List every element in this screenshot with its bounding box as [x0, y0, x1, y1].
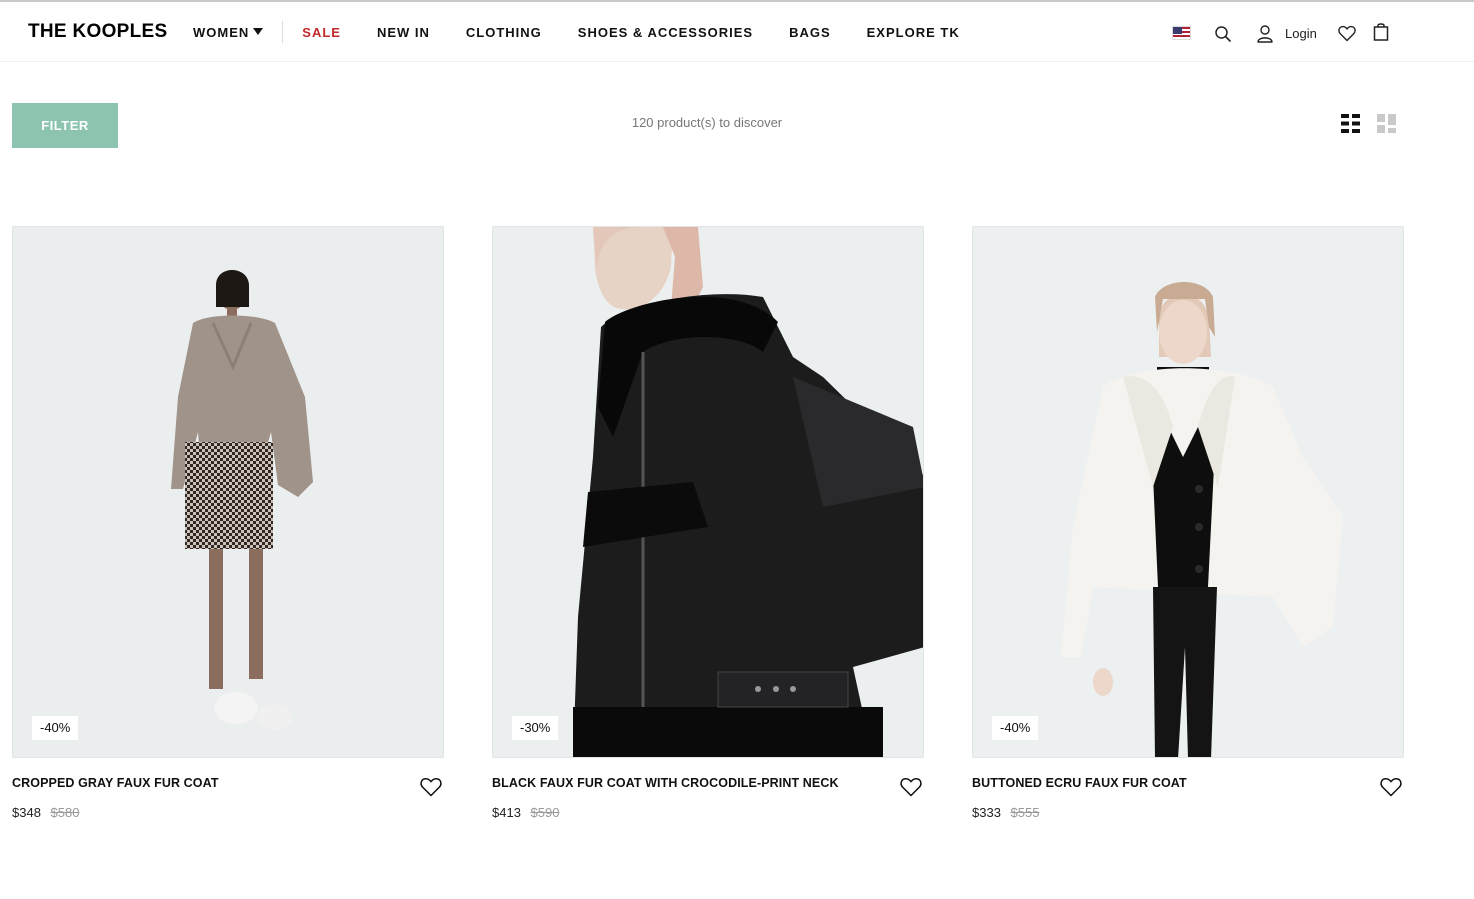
product-image[interactable]: -40% [972, 226, 1404, 758]
search-icon[interactable] [1214, 25, 1232, 43]
product-card[interactable]: -40% CROPPED GRAY FAUX FUR COAT $348 $58… [12, 226, 444, 820]
wishlist-heart-icon[interactable] [900, 777, 922, 797]
original-price: $580 [50, 805, 80, 820]
nav-bags[interactable]: BAGS [789, 25, 831, 40]
heart-icon[interactable] [1338, 25, 1356, 42]
nav-explore-tk[interactable]: EXPLORE TK [867, 25, 960, 40]
wishlist-heart-icon[interactable] [420, 777, 442, 797]
logo[interactable]: THE KOOPLES [28, 21, 167, 43]
product-name[interactable]: CROPPED GRAY FAUX FUR COAT [12, 776, 412, 790]
login-link[interactable]: Login [1285, 26, 1317, 41]
site-header: THE KOOPLES WOMEN SALE NEW IN CLOTHING S… [0, 2, 1474, 62]
user-icon[interactable] [1256, 24, 1274, 43]
product-count: 120 product(s) to discover [631, 115, 783, 130]
nav-women-label: WOMEN [193, 24, 250, 40]
caret-down-icon [253, 27, 264, 35]
nav-sale[interactable]: SALE [302, 25, 341, 40]
sale-price: $348 [12, 805, 41, 820]
product-card[interactable]: -30% BLACK FAUX FUR COAT WITH CROCODILE-… [492, 226, 924, 820]
shopping-bag-icon[interactable] [1373, 22, 1389, 41]
filter-button[interactable]: FILTER [12, 103, 118, 148]
wishlist-heart-icon[interactable] [1380, 777, 1402, 797]
sale-price: $413 [492, 805, 521, 820]
nav-shoes-accessories[interactable]: SHOES & ACCESSORIES [578, 25, 753, 40]
discount-badge: -30% [512, 716, 559, 740]
price-row: $333 $555 [972, 805, 1039, 820]
discount-badge: -40% [32, 716, 79, 740]
original-price: $590 [530, 805, 560, 820]
product-photo [13, 227, 443, 757]
price-row: $348 $580 [12, 805, 79, 820]
product-image[interactable]: -40% [12, 226, 444, 758]
product-photo [493, 227, 923, 757]
us-flag-icon[interactable] [1172, 26, 1191, 40]
main-nav: WOMEN SALE NEW IN CLOTHING SHOES & ACCES… [193, 21, 996, 43]
original-price: $555 [1010, 805, 1040, 820]
list-grid-view-icon[interactable] [1341, 114, 1360, 133]
product-photo [973, 227, 1403, 757]
nav-new-in[interactable]: NEW IN [377, 25, 430, 40]
price-row: $413 $590 [492, 805, 559, 820]
product-card[interactable]: -40% BUTTONED ECRU FAUX FUR COAT $333 $5… [972, 226, 1404, 820]
nav-clothing[interactable]: CLOTHING [466, 25, 542, 40]
nav-divider [282, 21, 284, 43]
nav-women[interactable]: WOMEN [193, 24, 264, 40]
discount-badge: -40% [992, 716, 1039, 740]
product-name[interactable]: BLACK FAUX FUR COAT WITH CROCODILE-PRINT… [492, 776, 892, 790]
product-name[interactable]: BUTTONED ECRU FAUX FUR COAT [972, 776, 1372, 790]
sale-price: $333 [972, 805, 1001, 820]
product-image[interactable]: -30% [492, 226, 924, 758]
mosaic-grid-view-icon[interactable] [1377, 114, 1396, 133]
